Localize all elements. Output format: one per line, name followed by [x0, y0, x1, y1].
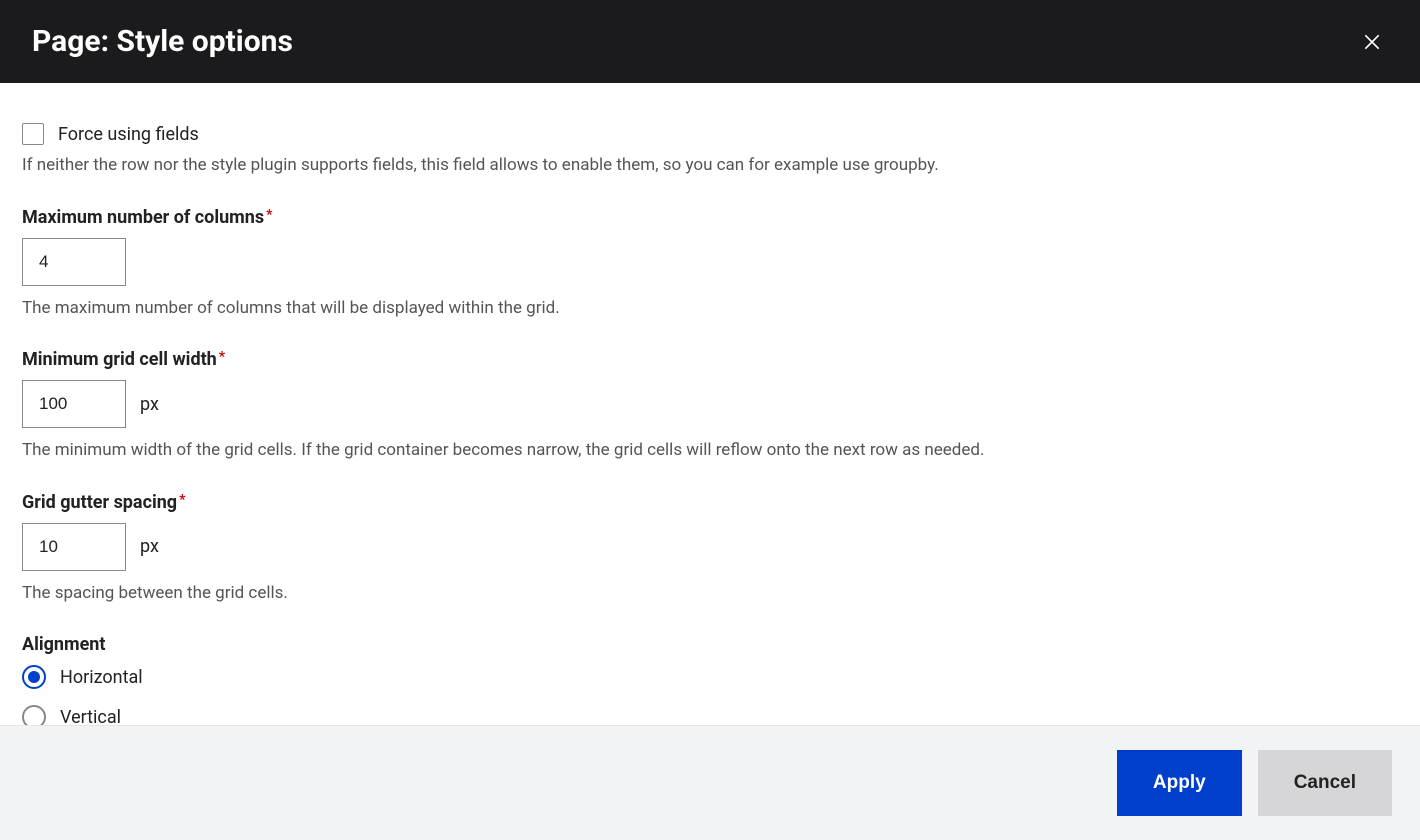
field-alignment: Alignment Horizontal Vertical: [22, 634, 1398, 725]
required-mark: *: [266, 207, 272, 223]
gutter-spacing-label-text: Grid gutter spacing: [22, 492, 177, 513]
min-cell-width-label: Minimum grid cell width*: [22, 349, 1398, 370]
alignment-label-horizontal: Horizontal: [60, 667, 143, 688]
gutter-spacing-label: Grid gutter spacing*: [22, 492, 1398, 513]
alignment-radio-vertical[interactable]: [22, 705, 46, 725]
force-fields-description: If neither the row nor the style plugin …: [22, 153, 1398, 179]
alignment-label: Alignment: [22, 634, 1398, 655]
min-cell-width-suffix: px: [140, 394, 159, 415]
alignment-option-vertical: Vertical: [22, 705, 1398, 725]
modal-footer: Apply Cancel: [0, 725, 1420, 840]
field-min-cell-width: Minimum grid cell width* px The minimum …: [22, 349, 1398, 464]
required-mark: *: [219, 349, 225, 365]
gutter-spacing-suffix: px: [140, 536, 159, 557]
modal-body-scroll[interactable]: Force using fields If neither the row no…: [0, 83, 1420, 725]
radio-dot-icon: [28, 671, 40, 683]
gutter-spacing-input[interactable]: [22, 523, 126, 571]
modal-title: Page: Style options: [32, 24, 293, 59]
max-columns-description: The maximum number of columns that will …: [22, 296, 1398, 322]
modal-body: Force using fields If neither the row no…: [0, 83, 1420, 725]
cancel-button[interactable]: Cancel: [1258, 750, 1392, 816]
max-columns-label: Maximum number of columns*: [22, 207, 1398, 228]
close-icon: [1362, 32, 1382, 52]
field-max-columns: Maximum number of columns* The maximum n…: [22, 207, 1398, 322]
force-fields-checkbox[interactable]: [22, 123, 44, 145]
min-cell-width-description: The minimum width of the grid cells. If …: [22, 438, 1398, 464]
gutter-spacing-description: The spacing between the grid cells.: [22, 581, 1398, 607]
alignment-option-horizontal: Horizontal: [22, 665, 1398, 689]
field-gutter-spacing: Grid gutter spacing* px The spacing betw…: [22, 492, 1398, 607]
apply-button[interactable]: Apply: [1117, 750, 1242, 816]
alignment-label-vertical: Vertical: [60, 707, 121, 726]
modal-header: Page: Style options: [0, 0, 1420, 83]
min-cell-width-input[interactable]: [22, 380, 126, 428]
required-mark: *: [179, 492, 185, 508]
max-columns-label-text: Maximum number of columns: [22, 207, 264, 228]
field-force-using-fields: Force using fields If neither the row no…: [22, 123, 1398, 179]
alignment-radio-horizontal[interactable]: [22, 665, 46, 689]
checkbox-row: Force using fields: [22, 123, 1398, 145]
close-button[interactable]: [1356, 26, 1388, 58]
force-fields-label: Force using fields: [58, 124, 199, 145]
min-cell-width-label-text: Minimum grid cell width: [22, 349, 217, 370]
alignment-radio-group: Horizontal Vertical: [22, 665, 1398, 725]
max-columns-input[interactable]: [22, 238, 126, 286]
